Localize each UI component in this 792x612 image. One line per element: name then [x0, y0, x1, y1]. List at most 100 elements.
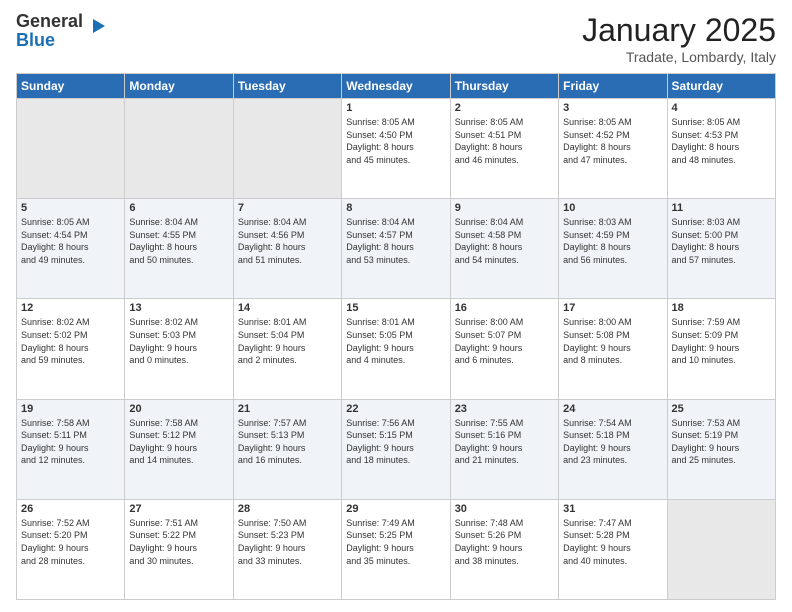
day-number: 25 [672, 403, 771, 415]
day-number: 17 [563, 302, 662, 314]
day-info: Sunrise: 8:01 AM Sunset: 5:04 PM Dayligh… [238, 316, 337, 366]
calendar-cell: 15Sunrise: 8:01 AM Sunset: 5:05 PM Dayli… [342, 299, 450, 399]
calendar-cell: 22 Sunrise: 7:56 AM Sunset: 5:15 PM Dayli… [342, 399, 450, 499]
calendar-cell: 27Sunrise: 7:51 AM Sunset: 5:22 PM Dayli… [125, 499, 233, 599]
day-number: 23 [455, 403, 554, 415]
day-info: Sunrise: 7:51 AM Sunset: 5:22 PM Dayligh… [129, 517, 228, 567]
day-info: Sunrise: 7:50 AM Sunset: 5:23 PM Dayligh… [238, 517, 337, 567]
calendar-cell: 13Sunrise: 8:02 AM Sunset: 5:03 PM Dayli… [125, 299, 233, 399]
day-info: Sunrise: 8:05 AM Sunset: 4:50 PM Dayligh… [346, 116, 445, 166]
day-info: Sunrise: 7:54 AM Sunset: 5:18 PM Dayligh… [563, 417, 662, 467]
day-number: 15 [346, 302, 445, 314]
day-number: 18 [672, 302, 771, 314]
day-info: Sunrise: 8:00 AM Sunset: 5:07 PM Dayligh… [455, 316, 554, 366]
calendar-cell: 10Sunrise: 8:03 AM Sunset: 4:59 PM Dayli… [559, 199, 667, 299]
day-info: Sunrise: 8:04 AM Sunset: 4:56 PM Dayligh… [238, 216, 337, 266]
day-number: 12 [21, 302, 120, 314]
day-number: 30 [455, 503, 554, 515]
day-number: 5 [21, 202, 120, 214]
calendar-cell: 29Sunrise: 7:49 AM Sunset: 5:25 PM Dayli… [342, 499, 450, 599]
logo-general: General [16, 11, 83, 31]
day-number: 14 [238, 302, 337, 314]
calendar-cell [233, 99, 341, 199]
logo: General Blue [16, 12, 109, 50]
day-number: 1 [346, 102, 445, 114]
calendar-week-3: 12Sunrise: 8:02 AM Sunset: 5:02 PM Dayli… [17, 299, 776, 399]
col-tuesday: Tuesday [233, 74, 341, 99]
calendar-cell: 31 Sunrise: 7:47 AM Sunset: 5:28 PM Dayli… [559, 499, 667, 599]
calendar-cell [667, 499, 775, 599]
day-number: 31 [563, 503, 662, 515]
calendar-cell: 7Sunrise: 8:04 AM Sunset: 4:56 PM Daylig… [233, 199, 341, 299]
calendar-cell: 21 Sunrise: 7:57 AM Sunset: 5:13 PM Dayli… [233, 399, 341, 499]
calendar-week-5: 26 Sunrise: 7:52 AM Sunset: 5:20 PM Dayli… [17, 499, 776, 599]
calendar-cell: 28Sunrise: 7:50 AM Sunset: 5:23 PM Dayli… [233, 499, 341, 599]
col-saturday: Saturday [667, 74, 775, 99]
day-number: 3 [563, 102, 662, 114]
calendar-cell: 6Sunrise: 8:04 AM Sunset: 4:55 PM Daylig… [125, 199, 233, 299]
day-info: Sunrise: 7:55 AM Sunset: 5:16 PM Dayligh… [455, 417, 554, 467]
col-friday: Friday [559, 74, 667, 99]
calendar-table: Sunday Monday Tuesday Wednesday Thursday… [16, 73, 776, 600]
calendar-cell: 20 Sunrise: 7:58 AM Sunset: 5:12 PM Dayli… [125, 399, 233, 499]
calendar-cell: 24 Sunrise: 7:54 AM Sunset: 5:18 PM Dayli… [559, 399, 667, 499]
day-info: Sunrise: 8:00 AM Sunset: 5:08 PM Dayligh… [563, 316, 662, 366]
calendar-subtitle: Tradate, Lombardy, Italy [582, 49, 776, 65]
day-number: 29 [346, 503, 445, 515]
calendar-cell: 19 Sunrise: 7:58 AM Sunset: 5:11 PM Dayli… [17, 399, 125, 499]
calendar-cell: 2 Sunrise: 8:05 AM Sunset: 4:51 PM Daylig… [450, 99, 558, 199]
day-info: Sunrise: 8:05 AM Sunset: 4:51 PM Dayligh… [455, 116, 554, 166]
day-info: Sunrise: 7:59 AM Sunset: 5:09 PM Dayligh… [672, 316, 771, 366]
calendar-week-4: 19 Sunrise: 7:58 AM Sunset: 5:11 PM Dayli… [17, 399, 776, 499]
header-row: Sunday Monday Tuesday Wednesday Thursday… [17, 74, 776, 99]
day-number: 21 [238, 403, 337, 415]
day-info: Sunrise: 8:05 AM Sunset: 4:53 PM Dayligh… [672, 116, 771, 166]
day-number: 9 [455, 202, 554, 214]
calendar-cell: 30 Sunrise: 7:48 AM Sunset: 5:26 PM Dayli… [450, 499, 558, 599]
logo-blue: Blue [16, 30, 55, 50]
day-number: 2 [455, 102, 554, 114]
day-info: Sunrise: 7:53 AM Sunset: 5:19 PM Dayligh… [672, 417, 771, 467]
logo-icon [87, 15, 109, 37]
title-block: January 2025 Tradate, Lombardy, Italy [582, 12, 776, 65]
day-info: Sunrise: 7:58 AM Sunset: 5:11 PM Dayligh… [21, 417, 120, 467]
calendar-title: January 2025 [582, 12, 776, 49]
calendar-cell [17, 99, 125, 199]
day-info: Sunrise: 7:57 AM Sunset: 5:13 PM Dayligh… [238, 417, 337, 467]
calendar-cell: 26 Sunrise: 7:52 AM Sunset: 5:20 PM Dayli… [17, 499, 125, 599]
day-info: Sunrise: 8:04 AM Sunset: 4:57 PM Dayligh… [346, 216, 445, 266]
calendar-cell: 16Sunrise: 8:00 AM Sunset: 5:07 PM Dayli… [450, 299, 558, 399]
day-info: Sunrise: 7:52 AM Sunset: 5:20 PM Dayligh… [21, 517, 120, 567]
calendar-cell: 23 Sunrise: 7:55 AM Sunset: 5:16 PM Dayli… [450, 399, 558, 499]
day-info: Sunrise: 7:58 AM Sunset: 5:12 PM Dayligh… [129, 417, 228, 467]
col-sunday: Sunday [17, 74, 125, 99]
day-info: Sunrise: 7:48 AM Sunset: 5:26 PM Dayligh… [455, 517, 554, 567]
logo-text: General Blue [16, 12, 83, 50]
calendar-cell: 14 Sunrise: 8:01 AM Sunset: 5:04 PM Dayli… [233, 299, 341, 399]
day-info: Sunrise: 7:56 AM Sunset: 5:15 PM Dayligh… [346, 417, 445, 467]
calendar-cell: 17 Sunrise: 8:00 AM Sunset: 5:08 PM Dayli… [559, 299, 667, 399]
day-info: Sunrise: 8:05 AM Sunset: 4:52 PM Dayligh… [563, 116, 662, 166]
day-number: 24 [563, 403, 662, 415]
calendar-week-2: 5Sunrise: 8:05 AM Sunset: 4:54 PM Daylig… [17, 199, 776, 299]
day-info: Sunrise: 8:04 AM Sunset: 4:58 PM Dayligh… [455, 216, 554, 266]
day-number: 22 [346, 403, 445, 415]
calendar-cell: 8Sunrise: 8:04 AM Sunset: 4:57 PM Daylig… [342, 199, 450, 299]
page: General Blue January 2025 Tradate, Lomba… [0, 0, 792, 612]
day-number: 26 [21, 503, 120, 515]
calendar-cell: 4Sunrise: 8:05 AM Sunset: 4:53 PM Daylig… [667, 99, 775, 199]
col-monday: Monday [125, 74, 233, 99]
calendar-cell: 11Sunrise: 8:03 AM Sunset: 5:00 PM Dayli… [667, 199, 775, 299]
day-info: Sunrise: 7:47 AM Sunset: 5:28 PM Dayligh… [563, 517, 662, 567]
header: General Blue January 2025 Tradate, Lomba… [16, 12, 776, 65]
day-number: 20 [129, 403, 228, 415]
calendar-cell: 5Sunrise: 8:05 AM Sunset: 4:54 PM Daylig… [17, 199, 125, 299]
day-info: Sunrise: 8:04 AM Sunset: 4:55 PM Dayligh… [129, 216, 228, 266]
calendar-cell: 1 Sunrise: 8:05 AM Sunset: 4:50 PM Daylig… [342, 99, 450, 199]
day-number: 11 [672, 202, 771, 214]
calendar-cell: 3 Sunrise: 8:05 AM Sunset: 4:52 PM Daylig… [559, 99, 667, 199]
day-number: 19 [21, 403, 120, 415]
calendar-cell [125, 99, 233, 199]
day-number: 13 [129, 302, 228, 314]
calendar-week-1: 1 Sunrise: 8:05 AM Sunset: 4:50 PM Daylig… [17, 99, 776, 199]
